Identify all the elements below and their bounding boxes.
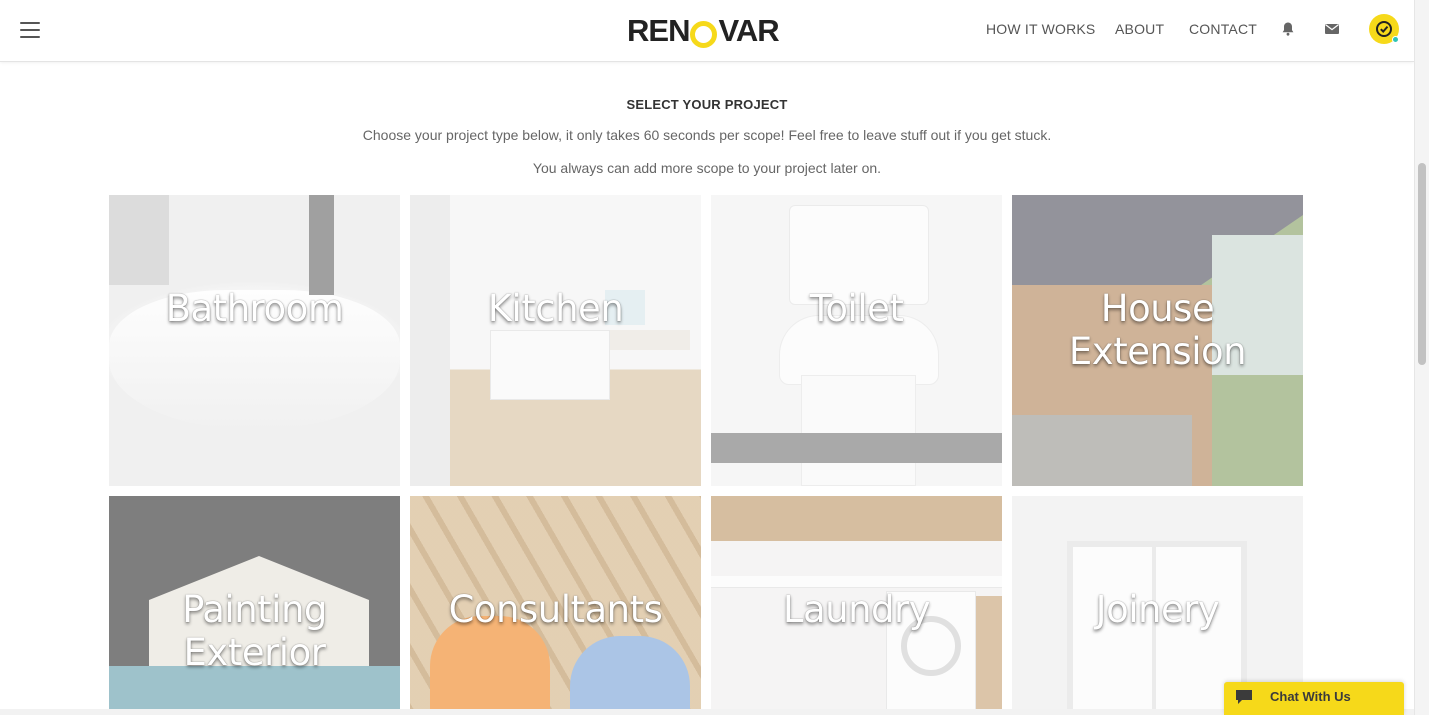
chat-label: Chat With Us: [1270, 689, 1351, 704]
project-label-kitchen: Kitchen: [487, 287, 624, 330]
project-tile-kitchen[interactable]: Kitchen: [410, 195, 701, 486]
project-tile-toilet[interactable]: Toilet: [711, 195, 1002, 486]
menu-icon[interactable]: [20, 22, 40, 38]
nav-how-it-works[interactable]: HOW IT WORKS: [986, 21, 1095, 37]
project-tile-consultants[interactable]: Consultants: [410, 496, 701, 715]
nav-contact[interactable]: CONTACT: [1189, 21, 1257, 37]
project-tile-house-extension[interactable]: House Extension: [1012, 195, 1303, 486]
page-title: SELECT YOUR PROJECT: [626, 97, 788, 112]
nav-about[interactable]: ABOUT: [1115, 21, 1164, 37]
intro-text: Choose your project type below, it only …: [362, 127, 1052, 143]
page-scrollbar-thumb[interactable]: [1418, 163, 1426, 365]
project-tile-bathroom[interactable]: Bathroom: [109, 195, 400, 486]
project-label-house-extension: House Extension: [1068, 287, 1247, 373]
project-label-laundry: Laundry: [782, 588, 931, 631]
intro-subtext: You always can add more scope to your pr…: [532, 160, 882, 176]
renovar-logo[interactable]: REN VAR: [627, 13, 780, 48]
logo-text-left: REN: [627, 13, 690, 48]
mail-icon[interactable]: [1323, 20, 1341, 38]
project-label-bathroom: Bathroom: [165, 287, 344, 330]
top-navbar: REN VAR HOW IT WORKS ABOUT CONTACT: [0, 0, 1414, 62]
online-status-dot: [1392, 36, 1399, 43]
project-label-toilet: Toilet: [809, 287, 904, 330]
project-label-joinery: Joinery: [1095, 588, 1220, 631]
bottom-edge: [0, 709, 1414, 715]
project-label-painting-exterior: Painting Exterior: [182, 588, 327, 674]
logo-text-right: VAR: [718, 13, 779, 48]
logo-o-ring: [690, 20, 718, 48]
chat-bubble-icon: [1234, 688, 1254, 706]
bell-icon[interactable]: [1279, 20, 1297, 38]
project-tile-painting-exterior[interactable]: Painting Exterior: [109, 496, 400, 715]
user-avatar-icon[interactable]: [1369, 14, 1399, 44]
chat-with-us-button[interactable]: Chat With Us: [1224, 682, 1404, 715]
project-tile-laundry[interactable]: Laundry: [711, 496, 1002, 715]
project-label-consultants: Consultants: [448, 588, 663, 631]
